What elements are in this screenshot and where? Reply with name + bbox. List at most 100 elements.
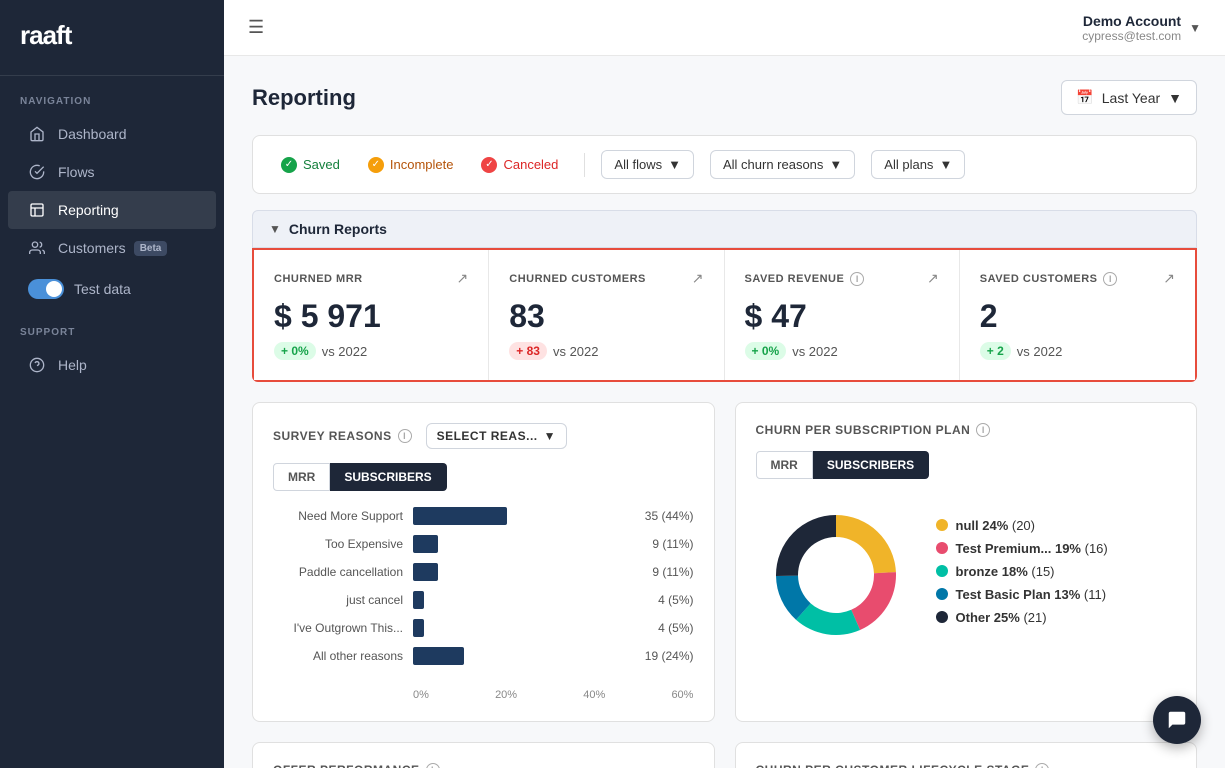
legend-dot	[936, 565, 948, 577]
metric-revenue-header: SAVED REVENUE i ↗	[745, 270, 939, 287]
tag-canceled[interactable]: ✓ Canceled	[471, 153, 568, 177]
legend-item: Test Basic Plan 13% (11)	[936, 587, 1177, 602]
metric-saved-badge: + 2	[980, 342, 1011, 360]
filter-sep-1	[584, 153, 585, 177]
sidebar-item-dashboard[interactable]: Dashboard	[8, 115, 216, 153]
tag-incomplete[interactable]: ✓ Incomplete	[358, 153, 464, 177]
bar-row: just cancel 4 (5%)	[273, 591, 694, 609]
bar-value: 9 (11%)	[652, 537, 693, 551]
sidebar-item-reporting[interactable]: Reporting	[8, 191, 216, 229]
flow-filter-label: All flows	[614, 157, 662, 172]
bar-row: All other reasons 19 (24%)	[273, 647, 694, 665]
churn-plan-info-icon[interactable]: i	[976, 423, 990, 437]
metric-mrr-arrow[interactable]: ↗	[457, 270, 469, 287]
plan-filter-dropdown[interactable]: All plans ▼	[871, 150, 965, 179]
bar-label: Too Expensive	[273, 537, 403, 551]
flow-filter-chevron: ▼	[668, 157, 681, 172]
tag-saved[interactable]: ✓ Saved	[271, 153, 350, 177]
plan-mrr-tab[interactable]: MRR	[756, 451, 813, 479]
metric-saved-info-icon[interactable]: i	[1103, 272, 1117, 286]
sidebar-item-label: Help	[58, 357, 87, 373]
menu-icon[interactable]: ☰	[248, 17, 264, 38]
section-chevron-icon: ▼	[269, 222, 281, 236]
account-email: cypress@test.com	[1082, 29, 1181, 43]
sidebar-item-flows[interactable]: Flows	[8, 153, 216, 191]
offer-info-icon[interactable]: i	[426, 763, 440, 768]
metric-customers-label: CHURNED CUSTOMERS	[509, 273, 646, 285]
survey-info-icon[interactable]: i	[398, 429, 412, 443]
metric-revenue-arrow[interactable]: ↗	[927, 270, 939, 287]
bar-value: 4 (5%)	[658, 621, 693, 635]
date-filter-label: Last Year	[1102, 90, 1160, 106]
legend-label: Test Basic Plan 13% (11)	[956, 587, 1107, 602]
nav-section-label: NAVIGATION	[0, 76, 224, 115]
bar-track	[413, 591, 642, 609]
metric-customers-badge: + 83	[509, 342, 547, 360]
tag-saved-label: Saved	[303, 157, 340, 172]
flow-filter-dropdown[interactable]: All flows ▼	[601, 150, 694, 179]
sidebar: raaft NAVIGATION Dashboard Flows Reporti…	[0, 0, 224, 768]
chat-button[interactable]	[1153, 696, 1201, 744]
bar-value: 9 (11%)	[652, 565, 693, 579]
bar-label: Paddle cancellation	[273, 565, 403, 579]
metric-saved-header: SAVED CUSTOMERS i ↗	[980, 270, 1175, 287]
churn-per-plan-card: CHURN PER SUBSCRIPTION PLAN i MRR SUBSCR…	[735, 402, 1198, 722]
topbar: ☰ Demo Account cypress@test.com ▼	[224, 0, 1225, 56]
sidebar-item-label: Dashboard	[58, 126, 127, 142]
bar-label: just cancel	[273, 593, 403, 607]
metric-customers-value: 83	[509, 299, 703, 334]
metric-saved-revenue: SAVED REVENUE i ↗ $ 47 + 0% vs 2022	[725, 250, 960, 380]
bar-label: All other reasons	[273, 649, 403, 663]
sidebar-item-customers[interactable]: Customers Beta	[8, 229, 216, 267]
date-filter-dropdown[interactable]: 📅 Last Year ▼	[1061, 80, 1197, 115]
metric-saved-customers: SAVED CUSTOMERS i ↗ 2 + 2 vs 2022	[960, 250, 1195, 380]
metric-saved-arrow[interactable]: ↗	[1163, 270, 1175, 287]
test-data-toggle-row: Test data	[8, 267, 216, 311]
offer-performance-card: OFFER PERFORMANCE i	[252, 742, 715, 768]
legend-dot	[936, 588, 948, 600]
legend-dot	[936, 519, 948, 531]
plan-subscribers-tab[interactable]: SUBSCRIBERS	[813, 451, 929, 479]
churn-lifecycle-card: CHURN PER CUSTOMER LIFECYCLE STAGE i	[735, 742, 1198, 768]
churn-reports-section-header[interactable]: ▼ Churn Reports	[252, 210, 1197, 248]
lifecycle-info-icon[interactable]: i	[1035, 763, 1049, 768]
metrics-grid: CHURNED MRR ↗ $ 5 971 + 0% vs 2022 CHURN…	[252, 248, 1197, 382]
logo-area: raaft	[0, 0, 224, 76]
churn-reports-title: Churn Reports	[289, 221, 387, 237]
test-data-toggle[interactable]	[28, 279, 64, 299]
metric-revenue-label: SAVED REVENUE i	[745, 272, 865, 286]
account-info: Demo Account cypress@test.com	[1082, 13, 1181, 43]
survey-select-dropdown[interactable]: SELECT REAS... ▼	[426, 423, 567, 449]
survey-subscribers-tab[interactable]: SUBSCRIBERS	[330, 463, 446, 491]
metric-revenue-change: + 0% vs 2022	[745, 342, 939, 360]
sidebar-item-help[interactable]: Help	[8, 346, 216, 384]
customers-label: Customers Beta	[58, 240, 167, 256]
donut-chart-svg	[756, 495, 916, 655]
metric-revenue-value: $ 47	[745, 299, 939, 334]
legend-dot	[936, 542, 948, 554]
churn-filter-label: All churn reasons	[723, 157, 823, 172]
page-header: Reporting 📅 Last Year ▼	[252, 80, 1197, 115]
bar-row: Need More Support 35 (44%)	[273, 507, 694, 525]
metric-saved-label: SAVED CUSTOMERS i	[980, 272, 1118, 286]
sidebar-item-label: Reporting	[58, 202, 119, 218]
metric-customers-header: CHURNED CUSTOMERS ↗	[509, 270, 703, 287]
survey-mrr-tab[interactable]: MRR	[273, 463, 330, 491]
bar-row: Paddle cancellation 9 (11%)	[273, 563, 694, 581]
metric-mrr-header: CHURNED MRR ↗	[274, 270, 468, 287]
churn-filter-dropdown[interactable]: All churn reasons ▼	[710, 150, 855, 179]
donut-segment	[851, 572, 896, 630]
account-menu[interactable]: Demo Account cypress@test.com ▼	[1082, 13, 1201, 43]
metric-customers-arrow[interactable]: ↗	[692, 270, 704, 287]
bar-fill	[413, 647, 464, 665]
metric-saved-change: + 2 vs 2022	[980, 342, 1175, 360]
survey-reasons-title: SURVEY REASONS i SELECT REAS... ▼	[273, 423, 694, 449]
legend-item: Other 25% (21)	[936, 610, 1177, 625]
bar-track	[413, 507, 629, 525]
metric-revenue-info-icon[interactable]: i	[850, 272, 864, 286]
page-title: Reporting	[252, 85, 356, 111]
metric-churned-mrr: CHURNED MRR ↗ $ 5 971 + 0% vs 2022	[254, 250, 489, 380]
survey-bar-chart: Need More Support 35 (44%) Too Expensive…	[273, 507, 694, 683]
churn-lifecycle-title: CHURN PER CUSTOMER LIFECYCLE STAGE i	[756, 763, 1177, 768]
content-area: Reporting 📅 Last Year ▼ ✓ Saved ✓ Incomp…	[224, 56, 1225, 768]
